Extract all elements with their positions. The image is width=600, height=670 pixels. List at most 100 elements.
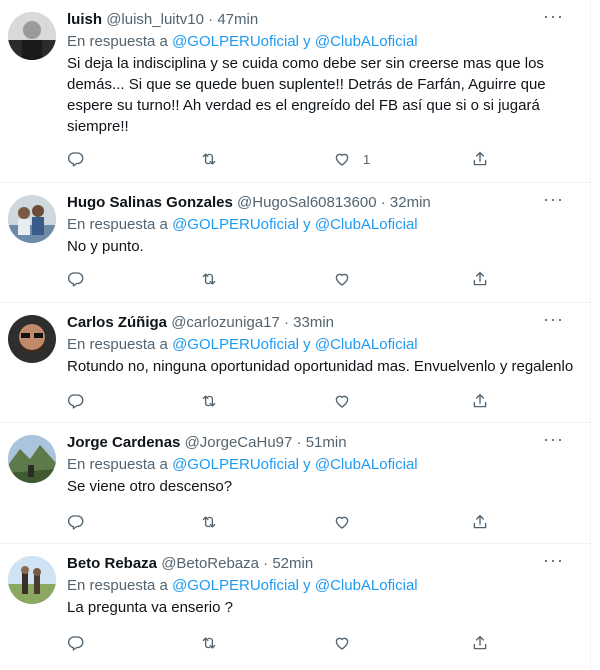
more-options-icon[interactable]: ··· [543, 429, 564, 449]
tweet[interactable]: Hugo Salinas Gonzales @HugoSal60813600 ·… [0, 183, 590, 303]
tweet-actions [67, 269, 497, 289]
retweet-button[interactable] [200, 149, 218, 169]
reply-icon [67, 392, 85, 410]
reply-button[interactable] [67, 149, 85, 169]
tweet-text: Rotundo no, ninguna oportunidad oportuni… [67, 358, 574, 375]
reply-prefix: En respuesta a [67, 336, 168, 353]
display-name[interactable]: luish [67, 11, 102, 28]
reply-button[interactable] [67, 633, 85, 653]
mention-links[interactable]: @GOLPERUoficial y @ClubALoficial [172, 336, 418, 353]
like-button[interactable] [333, 391, 363, 411]
reply-button[interactable] [67, 269, 85, 289]
tweet-actions: 1 [67, 149, 497, 169]
username[interactable]: @HugoSal60813600 [237, 194, 377, 211]
share-button[interactable] [471, 633, 489, 653]
tweet-header: Beto Rebaza @BetoRebaza · 52min ··· [67, 550, 578, 574]
reply-context: En respuesta a @GOLPERUoficial y @ClubAL… [67, 455, 578, 475]
mention-links[interactable]: @GOLPERUoficial y @ClubALoficial [172, 33, 418, 50]
reply-context: En respuesta a @GOLPERUoficial y @ClubAL… [67, 335, 578, 355]
tweet-text: Si deja la indisciplina y se cuida como … [67, 55, 546, 135]
like-icon [333, 270, 351, 288]
share-button[interactable] [471, 391, 489, 411]
timestamp[interactable]: 32min [390, 194, 431, 211]
share-icon [471, 150, 489, 168]
replies-feed: luish @luish_luitv10 · 47min ··· En resp… [0, 0, 591, 670]
reply-context: En respuesta a @GOLPERUoficial y @ClubAL… [67, 32, 578, 52]
reply-context: En respuesta a @GOLPERUoficial y @ClubAL… [67, 215, 578, 235]
username[interactable]: @JorgeCaHu97 [185, 434, 293, 451]
tweet-actions [67, 633, 497, 653]
like-button[interactable] [333, 633, 363, 653]
reply-button[interactable] [67, 391, 85, 411]
display-name[interactable]: Carlos Zúñiga [67, 314, 167, 331]
reply-prefix: En respuesta a [67, 456, 168, 473]
tweet-text: No y punto. [67, 238, 144, 255]
username[interactable]: @carlozuniga17 [171, 314, 280, 331]
like-button[interactable]: 1 [333, 149, 370, 169]
avatar[interactable] [8, 315, 56, 363]
retweet-icon [200, 513, 218, 531]
share-button[interactable] [471, 512, 489, 532]
like-icon [333, 634, 351, 652]
username[interactable]: @BetoRebaza [161, 555, 259, 572]
tweet-actions [67, 512, 497, 532]
mention-links[interactable]: @GOLPERUoficial y @ClubALoficial [172, 456, 418, 473]
username[interactable]: @luish_luitv10 [106, 11, 204, 28]
reply-prefix: En respuesta a [67, 577, 168, 594]
tweet-text: Se viene otro descenso? [67, 478, 233, 495]
separator-dot: · [208, 11, 214, 28]
tweet[interactable]: Carlos Zúñiga @carlozuniga17 · 33min ···… [0, 303, 590, 423]
tweet[interactable]: Jorge Cardenas @JorgeCaHu97 · 51min ··· … [0, 423, 590, 544]
avatar[interactable] [8, 435, 56, 483]
retweet-button[interactable] [200, 633, 218, 653]
tweet[interactable]: luish @luish_luitv10 · 47min ··· En resp… [0, 0, 590, 183]
more-options-icon[interactable]: ··· [543, 550, 564, 570]
retweet-button[interactable] [200, 269, 218, 289]
more-options-icon[interactable]: ··· [543, 6, 564, 26]
separator-dot: · [284, 314, 289, 331]
reply-context: En respuesta a @GOLPERUoficial y @ClubAL… [67, 576, 578, 596]
like-icon [333, 392, 351, 410]
share-button[interactable] [471, 269, 489, 289]
retweet-icon [200, 150, 218, 168]
timestamp[interactable]: 47min [217, 11, 258, 28]
separator-dot: · [263, 555, 269, 572]
reply-icon [67, 270, 85, 288]
tweet-text: La pregunta va enserio ? [67, 599, 233, 616]
more-options-icon[interactable]: ··· [543, 189, 564, 209]
reply-prefix: En respuesta a [67, 33, 168, 50]
avatar[interactable] [8, 195, 56, 243]
more-options-icon[interactable]: ··· [543, 309, 564, 329]
mention-links[interactable]: @GOLPERUoficial y @ClubALoficial [172, 216, 418, 233]
retweet-icon [200, 634, 218, 652]
timestamp[interactable]: 52min [272, 555, 313, 572]
avatar[interactable] [8, 556, 56, 604]
display-name[interactable]: Beto Rebaza [67, 555, 157, 572]
like-button[interactable] [333, 269, 363, 289]
timestamp[interactable]: 33min [293, 314, 334, 331]
reply-icon [67, 513, 85, 531]
retweet-button[interactable] [200, 512, 218, 532]
like-icon [333, 513, 351, 531]
reply-icon [67, 634, 85, 652]
tweet[interactable]: Beto Rebaza @BetoRebaza · 52min ··· En r… [0, 544, 590, 670]
share-icon [471, 392, 489, 410]
share-button[interactable] [471, 149, 489, 169]
retweet-button[interactable] [200, 391, 218, 411]
timestamp[interactable]: 51min [306, 434, 347, 451]
retweet-icon [200, 392, 218, 410]
display-name[interactable]: Jorge Cardenas [67, 434, 180, 451]
separator-dot: · [296, 434, 302, 451]
like-button[interactable] [333, 512, 363, 532]
avatar[interactable] [8, 12, 56, 60]
tweet-header: Carlos Zúñiga @carlozuniga17 · 33min ··· [67, 309, 578, 333]
display-name[interactable]: Hugo Salinas Gonzales [67, 194, 233, 211]
share-icon [471, 513, 489, 531]
like-icon [333, 150, 351, 168]
tweet-header: luish @luish_luitv10 · 47min ··· [67, 6, 578, 30]
like-count: 1 [363, 151, 371, 167]
retweet-icon [200, 270, 218, 288]
reply-button[interactable] [67, 512, 85, 532]
mention-links[interactable]: @GOLPERUoficial y @ClubALoficial [172, 577, 418, 594]
reply-icon [67, 150, 85, 168]
